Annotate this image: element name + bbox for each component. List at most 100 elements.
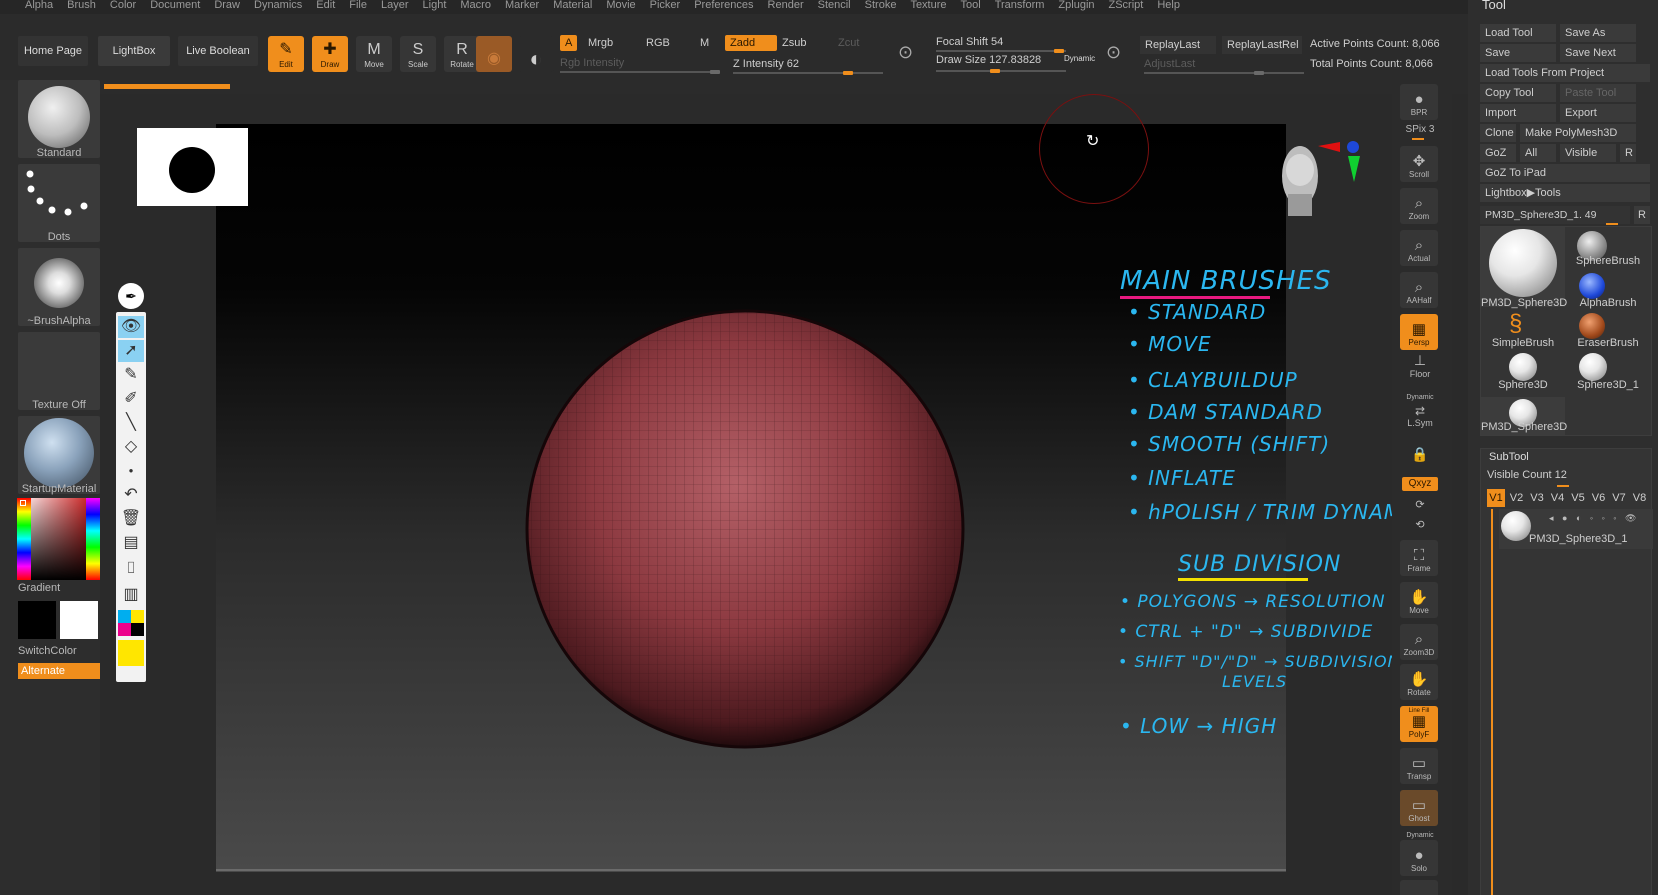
- actual-button[interactable]: ⌕ Actual: [1400, 230, 1438, 266]
- select-arrow-icon[interactable]: ➚: [118, 340, 144, 362]
- tool-btn-make-polymesh3d[interactable]: Make PolyMesh3D: [1520, 124, 1636, 142]
- tool-btn-r[interactable]: R: [1620, 144, 1636, 162]
- clipboard-icon[interactable]: ▥: [118, 584, 144, 606]
- zoom-button[interactable]: ⌕ Zoom: [1400, 188, 1438, 224]
- home-page-button[interactable]: Home Page: [18, 36, 88, 66]
- mrgb-toggle[interactable]: Mrgb: [588, 37, 613, 49]
- subtool-title[interactable]: SubTool: [1489, 451, 1529, 463]
- menu-layer[interactable]: Layer: [374, 0, 416, 14]
- focal-shift-slider[interactable]: Focal Shift 54: [936, 36, 1003, 48]
- scroll-button[interactable]: ✥ Scroll: [1400, 146, 1438, 182]
- menu-stencil[interactable]: Stencil: [811, 0, 858, 14]
- tool-label[interactable]: AlphaBrush: [1565, 297, 1651, 309]
- orientation-gizmo[interactable]: [1278, 141, 1360, 224]
- rotate-button[interactable]: ✋ Rotate: [1400, 664, 1438, 700]
- version-tab-v6[interactable]: V6: [1590, 489, 1608, 507]
- version-tab-v2[interactable]: V2: [1508, 489, 1526, 507]
- menu-texture[interactable]: Texture: [903, 0, 953, 14]
- cmyk-icon[interactable]: [118, 610, 144, 636]
- subtool-visibility-icons[interactable]: ◂ ● ◐ ◦ ◦ ◦ 👁: [1549, 513, 1639, 524]
- alphabrush-icon[interactable]: [1579, 273, 1605, 299]
- lsym-button[interactable]: ⇄ L.Sym: [1396, 404, 1444, 428]
- tool-btn-all[interactable]: All: [1520, 144, 1556, 162]
- switch-color-label[interactable]: SwitchColor: [18, 645, 100, 657]
- version-tab-v8[interactable]: V8: [1631, 489, 1649, 507]
- sphere3d-icon[interactable]: [1509, 353, 1537, 381]
- edit-button[interactable]: ✎ Edit: [268, 36, 304, 72]
- visible-count-slider[interactable]: Visible Count 12: [1487, 469, 1567, 481]
- tool-label[interactable]: Sphere3D_1: [1565, 379, 1651, 391]
- tool-btn-save-next[interactable]: Save Next: [1560, 44, 1636, 62]
- menu-draw[interactable]: Draw: [207, 0, 247, 14]
- version-tab-v4[interactable]: V4: [1549, 489, 1567, 507]
- menu-brush[interactable]: Brush: [60, 0, 103, 14]
- bpr-button[interactable]: ● BPR: [1400, 84, 1438, 120]
- dot-icon[interactable]: ●: [118, 460, 144, 482]
- lightbox-button[interactable]: LightBox: [98, 36, 170, 66]
- alternate-button[interactable]: Alternate: [18, 663, 100, 679]
- material-sphere-icon[interactable]: ◉: [476, 36, 512, 72]
- zoom3d-button[interactable]: ⌕ Zoom3D: [1400, 624, 1438, 660]
- subtool-scrollbar[interactable]: [1491, 509, 1493, 895]
- menu-render[interactable]: Render: [761, 0, 811, 14]
- tool-btn-import[interactable]: Import: [1480, 104, 1556, 122]
- menu-preferences[interactable]: Preferences: [687, 0, 760, 14]
- color-picker[interactable]: [17, 498, 100, 580]
- eraserbrush-icon[interactable]: [1579, 313, 1605, 339]
- scale-button[interactable]: S Scale: [400, 36, 436, 72]
- rotate-y-icon[interactable]: ⟳: [1396, 498, 1444, 511]
- version-tab-v7[interactable]: V7: [1610, 489, 1628, 507]
- polyf-button[interactable]: Line Fill ▦ PolyF: [1400, 706, 1438, 742]
- draw-size-track[interactable]: [936, 69, 1066, 73]
- draw-button[interactable]: ✚ Draw: [312, 36, 348, 72]
- tool-btn-load-tool[interactable]: Load Tool: [1480, 24, 1556, 42]
- tool-btn-export[interactable]: Export: [1560, 104, 1636, 122]
- rgb-sphere-icon[interactable]: ◐: [518, 36, 554, 72]
- zcut-toggle[interactable]: Zcut: [838, 37, 859, 49]
- transp-button[interactable]: ▭ Transp: [1400, 748, 1438, 784]
- menu-alpha[interactable]: Alpha: [18, 0, 60, 14]
- menu-help[interactable]: Help: [1150, 0, 1187, 14]
- rotate-z-icon[interactable]: ⟲: [1396, 518, 1444, 531]
- a-toggle[interactable]: A: [560, 35, 578, 51]
- menu-movie[interactable]: Movie: [599, 0, 642, 14]
- trash-icon[interactable]: 🗑: [118, 508, 144, 530]
- yellow-swatch[interactable]: [118, 640, 144, 666]
- tool-btn-goz-to-ipad[interactable]: GoZ To iPad: [1480, 164, 1650, 182]
- tool-btn-copy-tool[interactable]: Copy Tool: [1480, 84, 1556, 102]
- version-tab-v5[interactable]: V5: [1569, 489, 1587, 507]
- rotate-button[interactable]: R Rotate: [444, 36, 480, 72]
- menu-transform[interactable]: Transform: [988, 0, 1052, 14]
- menu-color[interactable]: Color: [103, 0, 143, 14]
- rgb-intensity-slider[interactable]: Rgb Intensity: [560, 57, 624, 69]
- tool-btn-lightbox-tools[interactable]: Lightbox▶Tools: [1480, 184, 1650, 202]
- camera-icon[interactable]: ⌷: [118, 558, 144, 580]
- move-button[interactable]: M Move: [356, 36, 392, 72]
- tool-btn-save-as[interactable]: Save As: [1560, 24, 1636, 42]
- menu-material[interactable]: Material: [546, 0, 599, 14]
- current-tool-slider[interactable]: PM3D_Sphere3D_1. 49: [1480, 206, 1630, 224]
- tool-label[interactable]: Sphere3D: [1481, 379, 1565, 391]
- rgb-toggle[interactable]: RGB: [646, 37, 670, 49]
- zadd-toggle[interactable]: Zadd: [725, 35, 777, 51]
- menu-zscript[interactable]: ZScript: [1102, 0, 1151, 14]
- focal-s-icon[interactable]: ⊙: [898, 42, 913, 63]
- adjust-last-slider[interactable]: AdjustLast: [1144, 58, 1195, 70]
- tool-label[interactable]: PM3D_Sphere3D: [1481, 421, 1567, 433]
- solo-button[interactable]: ● Solo: [1400, 840, 1438, 876]
- brush-tool-icon[interactable]: ✐: [118, 388, 144, 410]
- live-boolean-button[interactable]: Live Boolean: [178, 36, 258, 66]
- z-intensity-slider[interactable]: Z Intensity 62: [733, 58, 799, 70]
- menu-dynamics[interactable]: Dynamics: [247, 0, 309, 14]
- zsub-toggle[interactable]: Zsub: [782, 37, 806, 49]
- menu-edit[interactable]: Edit: [309, 0, 342, 14]
- menu-light[interactable]: Light: [416, 0, 454, 14]
- subtool-item[interactable]: ◂ ● ◐ ◦ ◦ ◦ 👁 PM3D_Sphere3D_1: [1499, 509, 1653, 549]
- simplebrush-icon[interactable]: §: [1509, 311, 1522, 337]
- primary-color-swatch[interactable]: [18, 601, 56, 639]
- xyz-toggle[interactable]: Qxyz: [1402, 477, 1438, 491]
- menu-macro[interactable]: Macro: [453, 0, 498, 14]
- menu-tool[interactable]: Tool: [954, 0, 988, 14]
- expand-button[interactable]: ⤢: [1400, 880, 1438, 895]
- version-tab-v1[interactable]: V1: [1487, 489, 1505, 507]
